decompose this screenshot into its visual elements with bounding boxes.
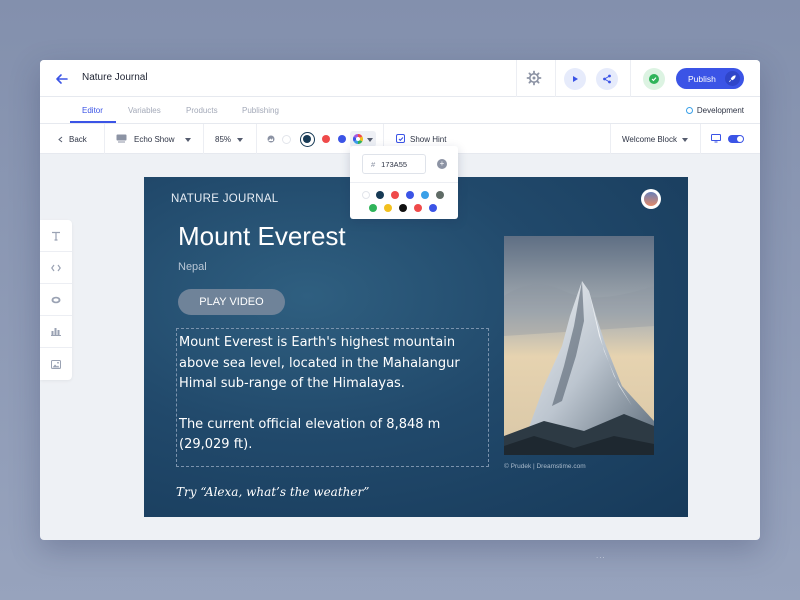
device-label: Echo Show — [134, 135, 175, 144]
color-picker-popover: # 173A55 + — [350, 146, 458, 219]
voice-hint: Try “Alexa, what’s the weather” — [176, 485, 370, 499]
chevron-down-icon — [237, 138, 243, 142]
monitor-icon[interactable] — [711, 134, 721, 143]
divider — [203, 124, 204, 154]
preview-play-button[interactable] — [564, 68, 586, 90]
color-picker-toggle[interactable] — [350, 131, 376, 147]
card-title[interactable]: Mount Everest — [178, 221, 346, 252]
photo-credit: © Prudek | Dreamstime.com — [504, 463, 586, 470]
tab-publishing[interactable]: Publishing — [242, 106, 279, 115]
environment-status-icon — [685, 107, 693, 114]
back-label: Back — [69, 135, 87, 144]
swatch-light-blue[interactable] — [421, 191, 429, 199]
hex-color-input[interactable]: # 173A55 — [362, 154, 426, 174]
show-hint-checkbox[interactable] — [396, 134, 405, 143]
environment-selector[interactable]: Development — [685, 106, 744, 115]
divider — [700, 124, 701, 154]
text-tool[interactable] — [40, 220, 72, 252]
active-tab-indicator — [70, 121, 116, 123]
status-ok-badge — [643, 68, 665, 90]
text-tool-icon — [52, 231, 60, 241]
swatch-black[interactable] — [399, 204, 407, 212]
color-wheel-icon — [353, 134, 363, 144]
swatch-yellow[interactable] — [384, 204, 392, 212]
play-icon — [573, 76, 578, 82]
block-label: Welcome Block — [622, 135, 677, 144]
hash-symbol: # — [371, 159, 376, 169]
swatch-selected-ring[interactable] — [300, 132, 315, 147]
swatch-red[interactable] — [391, 191, 399, 199]
top-bar: Nature Journal Publish — [40, 60, 760, 97]
selected-text-block[interactable]: Mount Everest is Earth's highest mountai… — [176, 328, 489, 467]
zoom-label: 85% — [215, 135, 232, 144]
swatch-blue-2[interactable] — [429, 204, 437, 212]
hex-value: 173A55 — [381, 159, 408, 169]
code-tool[interactable] — [40, 252, 72, 284]
divider — [350, 182, 458, 183]
body-paragraph-1: Mount Everest is Earth's highest mountai… — [179, 335, 460, 391]
tab-variables[interactable]: Variables — [128, 106, 161, 115]
swatch-gray[interactable] — [436, 191, 444, 199]
divider — [516, 60, 517, 97]
swatch-white[interactable] — [282, 135, 291, 144]
play-video-button[interactable]: PLAY VIDEO — [178, 289, 285, 315]
add-color-icon[interactable]: + — [437, 159, 447, 169]
code-tool-icon — [51, 264, 61, 271]
swatch-blue[interactable] — [338, 135, 346, 143]
chevron-down-icon — [185, 138, 191, 142]
back-button[interactable]: Back — [54, 130, 94, 148]
rocket-icon — [725, 71, 740, 86]
check-icon — [398, 136, 403, 141]
chart-tool-icon — [51, 328, 61, 336]
share-icon — [603, 74, 611, 84]
swatch-green[interactable] — [369, 204, 377, 212]
gear-icon[interactable] — [526, 70, 542, 86]
echo-show-canvas[interactable]: NATURE JOURNAL Mount Everest Nepal PLAY … — [144, 177, 688, 517]
image-tool[interactable] — [40, 348, 72, 380]
chart-tool[interactable] — [40, 316, 72, 348]
card-header: NATURE JOURNAL — [171, 193, 279, 205]
block-select[interactable]: Welcome Block — [620, 130, 692, 148]
environment-label: Development — [696, 106, 744, 115]
check-icon — [649, 74, 659, 84]
device-icon — [116, 134, 127, 143]
swatch-white[interactable] — [362, 191, 370, 199]
divider — [630, 60, 631, 97]
back-arrow-icon[interactable] — [54, 71, 70, 87]
swatch-navy — [303, 135, 311, 143]
chevron-left-icon — [58, 136, 63, 143]
divider — [104, 124, 105, 154]
swatch-blue[interactable] — [406, 191, 414, 199]
publish-button[interactable]: Publish — [676, 68, 744, 89]
swatch-navy[interactable] — [376, 191, 384, 199]
mountain-photo[interactable] — [504, 236, 654, 455]
chevron-down-icon — [367, 138, 373, 142]
tab-products[interactable]: Products — [186, 106, 218, 115]
body-paragraph-2: The current official elevation of 8,848 … — [179, 416, 441, 453]
image-tool-icon — [51, 359, 61, 369]
tool-rail — [40, 220, 72, 380]
pagination-dots: ... — [596, 551, 606, 560]
zoom-select[interactable]: 85% — [214, 130, 254, 148]
swatch-red[interactable] — [322, 135, 330, 143]
skill-avatar-icon — [641, 189, 661, 209]
editor-window: Nature Journal Publish Editor Variables … — [40, 60, 760, 540]
fill-color-icon[interactable] — [267, 135, 275, 143]
show-hint-label[interactable]: Show Hint — [410, 135, 446, 144]
divider — [610, 124, 611, 154]
chevron-down-icon — [682, 138, 688, 142]
divider — [256, 124, 257, 154]
shape-tool-icon — [51, 296, 61, 303]
tabs-bar: Editor Variables Products Publishing Dev… — [40, 97, 760, 124]
tab-editor[interactable]: Editor — [82, 106, 103, 115]
divider — [555, 60, 556, 97]
swatch-red-2[interactable] — [414, 204, 422, 212]
share-button[interactable] — [596, 68, 618, 90]
shape-tool[interactable] — [40, 284, 72, 316]
app-title: Nature Journal — [82, 72, 148, 83]
publish-label: Publish — [688, 73, 716, 84]
card-subtitle[interactable]: Nepal — [178, 261, 207, 273]
device-select[interactable]: Echo Show — [116, 130, 196, 148]
device-frame-toggle[interactable] — [728, 135, 744, 143]
